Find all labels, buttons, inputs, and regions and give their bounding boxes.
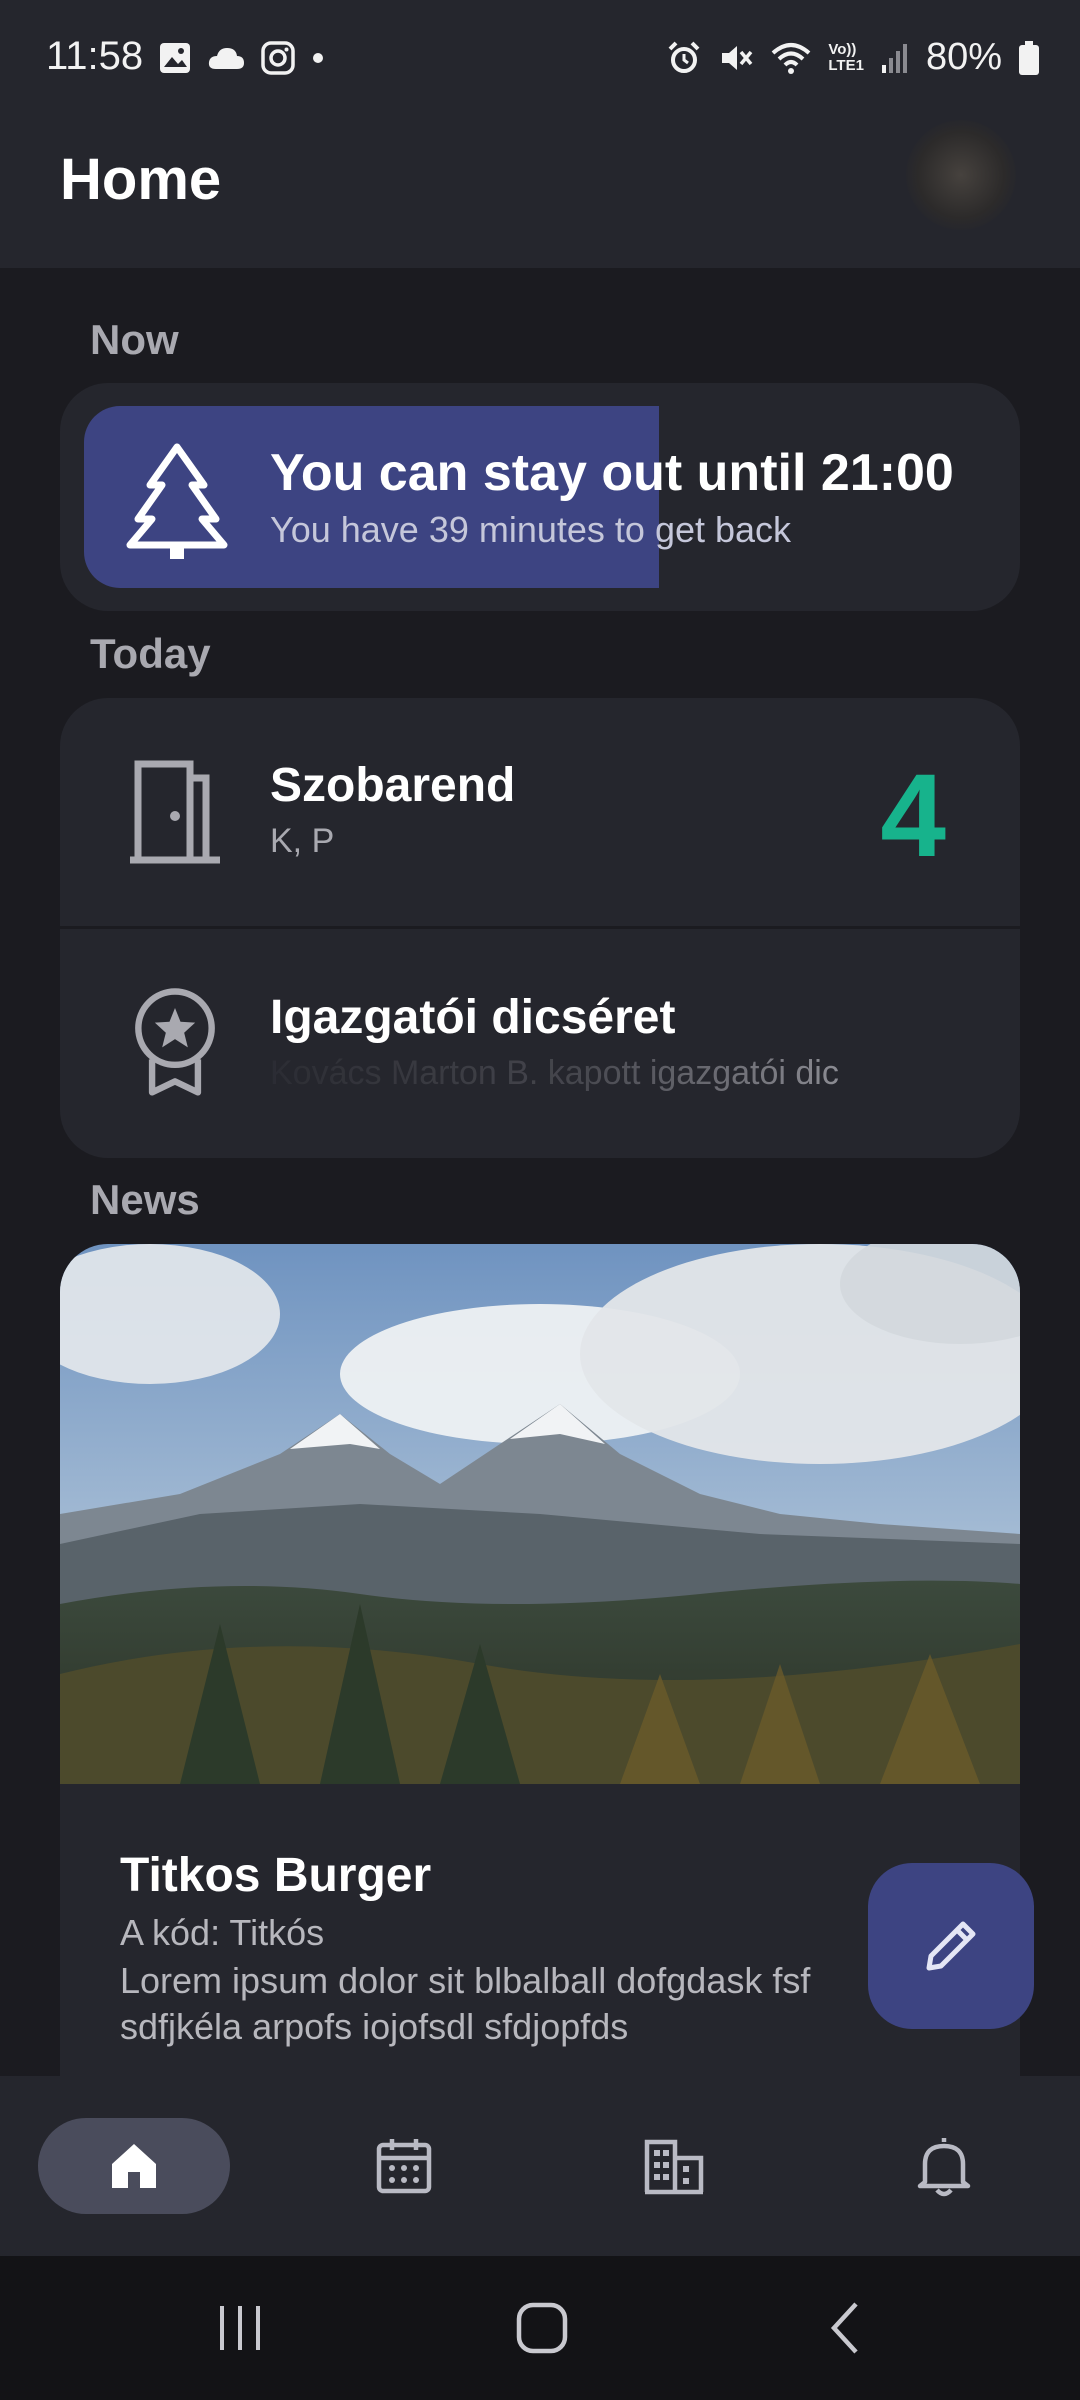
section-label-now: Now (90, 316, 179, 363)
section-label-news: News (90, 1176, 200, 1223)
app-bar: Home (0, 120, 1080, 268)
wifi-icon (772, 42, 811, 74)
today-item-igazgatoi-dicseret[interactable]: Igazgatói dicséret Kovács Marton B. kapo… (60, 930, 1020, 1158)
edit-fab-button[interactable] (868, 1863, 1034, 2029)
today-item-subtitle: Kovács Marton B. kapott igazgatói dic (270, 1054, 839, 1092)
nav-calendar[interactable] (308, 2118, 500, 2214)
news-subtitle: A kód: Titkós (120, 1912, 325, 1953)
status-icons-right: Vo)) LTE1 80% (666, 36, 1040, 79)
status-time: 11:58 (46, 34, 144, 78)
instagram-icon (261, 41, 295, 75)
battery-percent: 80% (925, 36, 1002, 78)
system-navigation-bar (0, 2256, 1080, 2400)
dot-icon (313, 53, 323, 63)
news-title: Titkos Burger (120, 1849, 432, 1902)
row-divider (60, 926, 1020, 929)
battery-icon (1019, 40, 1039, 75)
status-bar: 11:58 Vo)) LTE1 80% (0, 0, 1080, 120)
bell-icon (917, 2138, 971, 2197)
curfew-card[interactable]: You can stay out until 21:00 You have 39… (60, 383, 1020, 611)
curfew-subtitle: You have 39 minutes to get back (270, 509, 792, 550)
curfew-title: You can stay out until 21:00 (270, 444, 954, 502)
calendar-icon (376, 2139, 432, 2194)
gallery-icon (160, 43, 190, 73)
lte-icon: Vo)) LTE1 (828, 40, 864, 74)
home-button[interactable] (514, 2300, 570, 2356)
avatar[interactable] (906, 120, 1016, 230)
today-item-subtitle: K, P (270, 822, 335, 860)
today-item-count: 4 (880, 750, 946, 882)
news-text: Lorem ipsum dolor sit blbalball dofgdask… (120, 1960, 811, 2047)
tree-icon (126, 443, 228, 559)
mountain-photo (60, 1244, 1020, 1784)
back-button[interactable] (822, 2300, 866, 2356)
nav-notifications[interactable] (848, 2118, 1040, 2214)
today-item-title: Szobarend (270, 759, 516, 812)
nav-building[interactable] (578, 2118, 770, 2214)
alarm-icon (668, 41, 700, 73)
today-card: Szobarend K, P 4 Igazgatói dicséret Ková… (60, 698, 1020, 1158)
nav-home[interactable] (38, 2118, 230, 2214)
cloud-icon (208, 48, 244, 69)
today-item-title: Igazgatói dicséret (270, 991, 676, 1044)
page-title: Home (60, 147, 222, 212)
bottom-nav (0, 2076, 1080, 2256)
mute-icon (722, 45, 753, 70)
lte-label-bottom: LTE1 (828, 56, 864, 74)
home-icon (112, 2144, 156, 2188)
signal-icon (881, 43, 907, 73)
today-item-szobarend[interactable]: Szobarend K, P 4 (60, 698, 1020, 926)
building-icon (644, 2139, 704, 2195)
door-icon (130, 760, 220, 864)
lte-label-top: Vo)) (828, 40, 857, 58)
status-icons-left (158, 40, 326, 76)
award-icon (135, 988, 215, 1096)
section-label-today: Today (90, 630, 211, 677)
edit-icon (926, 1921, 976, 1971)
recents-button[interactable] (214, 2302, 266, 2354)
